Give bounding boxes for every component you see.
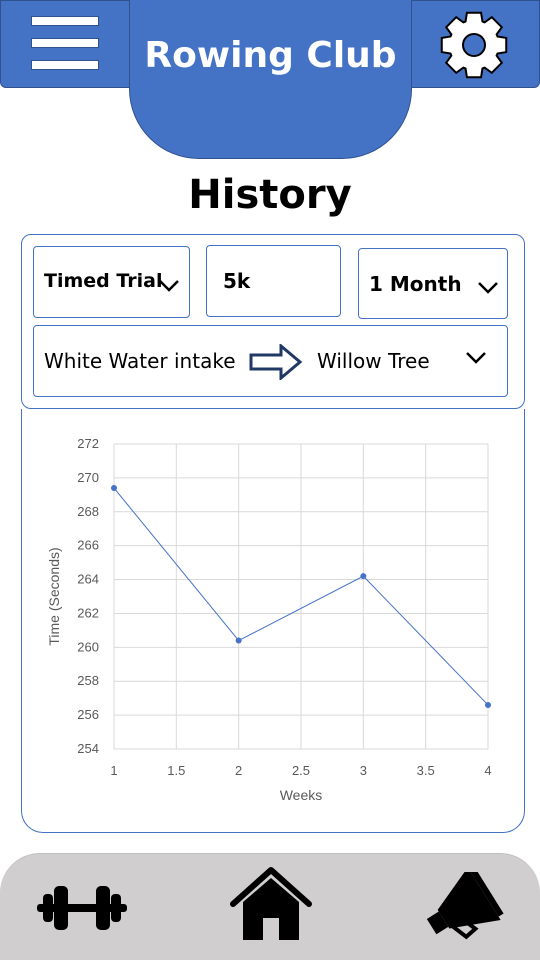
x-tick-label: 1.5 [167,763,185,778]
settings-button[interactable] [409,1,539,89]
gear-icon [440,11,508,79]
data-point [111,485,117,492]
app-title: Rowing Club [130,30,411,82]
x-tick-label: 3 [360,763,367,778]
x-tick-label: 2.5 [292,763,310,778]
chevron-down-icon [478,282,498,294]
y-tick-label: 270 [77,470,99,485]
data-point [235,637,242,644]
home-icon [230,867,312,940]
event-type-value: Timed Trial [44,270,163,292]
route-from-value: White Water intake [44,349,236,373]
nav-workouts-button[interactable] [20,854,150,960]
route-to-value: Willow Tree [317,349,430,373]
chevron-down-icon [159,280,179,292]
app-title-text: Rowing Club [144,35,397,76]
chevron-down-icon [466,352,486,364]
nav-home-button[interactable] [205,854,335,960]
nav-announcements-button[interactable] [400,854,530,960]
arrow-right-icon [249,344,303,380]
x-tick-label: 4 [484,763,491,778]
data-point [360,573,367,580]
y-tick-label: 262 [77,605,99,620]
y-tick-label: 258 [77,673,99,688]
y-tick-label: 264 [77,572,99,587]
data-point [485,701,491,708]
x-axis-label: Weeks [280,787,323,803]
y-tick-label: 266 [77,538,99,553]
x-tick-label: 1 [110,763,117,778]
y-tick-label: 272 [77,436,99,451]
event-type-dropdown[interactable]: Timed Trial [33,246,190,318]
megaphone-icon [426,872,504,940]
y-tick-label: 260 [77,639,99,654]
route-dropdown[interactable]: White Water intake Willow Tree [33,325,508,397]
distance-field[interactable]: 5k [206,245,341,317]
title-tab: Rowing Club [129,0,412,159]
history-line-chart: 254 256 258 260 262 264 266 268 270 272 1 1.5 2 2.5 3 3… [46,436,492,803]
x-tick-label: 2 [235,763,242,778]
y-tick-label: 256 [77,707,99,722]
y-axis-label: Time (Seconds) [46,547,62,645]
dumbbell-icon [37,886,127,930]
x-tick-label: 3.5 [417,763,435,778]
page-title: History [188,172,352,218]
y-tick-label: 268 [77,504,99,519]
bottom-navigation [0,853,540,960]
period-dropdown[interactable]: 1 Month [358,248,508,319]
period-value: 1 Month [369,272,462,296]
menu-button[interactable] [1,1,131,89]
y-tick-label: 254 [77,741,99,756]
distance-value: 5k [223,269,251,293]
